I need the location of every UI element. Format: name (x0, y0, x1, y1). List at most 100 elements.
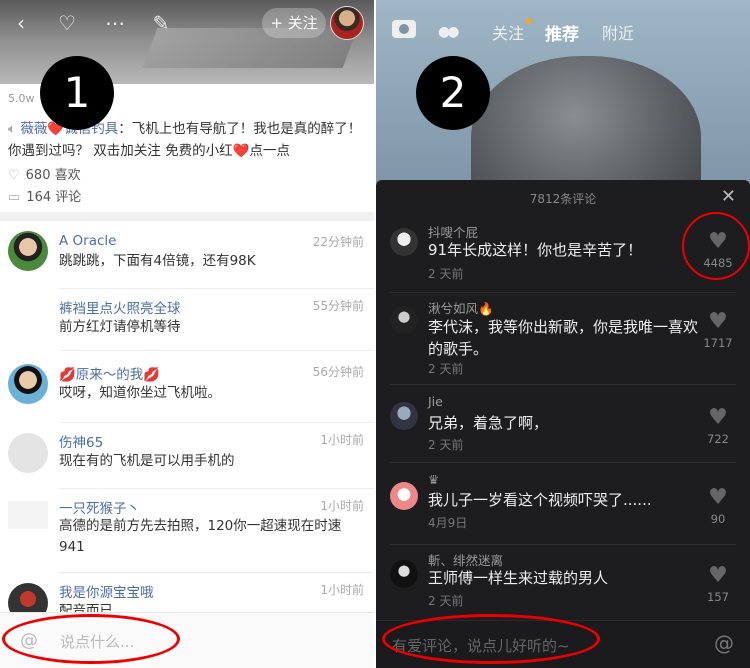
comment-time: 1小时前 (320, 433, 364, 447)
comments-row[interactable]: ▭ 164 评论 (8, 186, 81, 205)
avatar[interactable] (390, 560, 418, 588)
comment-time: 4月9日 (428, 516, 468, 530)
tab-following[interactable]: 关注 (492, 20, 524, 44)
comment-item[interactable]: Jie 兄弟，着急了啊， 2 天前 ♥ 722 (376, 392, 750, 464)
dots-icon[interactable]: ●● (438, 24, 460, 40)
description-tail: 点一点 (249, 143, 290, 159)
avatar[interactable] (390, 306, 418, 334)
comment-time: 2 天前 (428, 594, 464, 608)
commenter-name[interactable]: 一只死猴子丶 (59, 497, 140, 517)
annotation-circle (682, 212, 750, 280)
comment-text: 现在有的飞机是可以用手机的 (59, 453, 235, 469)
like-count: 90 (710, 512, 726, 526)
left-screenshot: ‹ ♡ ⋯ ✎ + 关注 5.0w 1 🔈︎ 薇薇❤️诚信钓具：飞机上也有导航了… (0, 0, 374, 668)
comment-text: 王师傅一样生来过载的男人 (428, 569, 609, 587)
comment-text: 李代沫，我等你出新歌，你是我唯一喜欢的歌手。 (428, 318, 699, 358)
avatar[interactable] (8, 231, 48, 271)
annotation-circle (2, 614, 180, 664)
comment-text: 我儿子一岁看这个视频吓哭了...... (428, 491, 652, 509)
comment-icon: ▭ (8, 190, 21, 205)
comment-time: 1小时前 (320, 583, 364, 597)
commenter-name[interactable]: 我是你源宝宝哦 (59, 581, 154, 601)
comment-time: 56分钟前 (312, 365, 364, 379)
commenter-name[interactable]: ♛ (428, 472, 439, 487)
step-badge-1: 1 (40, 56, 114, 130)
avatar[interactable] (390, 228, 418, 256)
avatar[interactable] (8, 501, 48, 529)
comment-count-title: 7812条评论 (529, 192, 597, 206)
like-button[interactable]: ♥ 1717 (698, 309, 738, 351)
comment-item[interactable]: 我是你源宝宝哦 1小时前 配音而已 (0, 573, 374, 623)
heart-outline-icon[interactable]: ♡ (54, 10, 80, 36)
like-count: 1717 (703, 336, 733, 350)
section-divider (0, 212, 374, 221)
commenter-name[interactable]: 湫兮如风🔥 (428, 298, 494, 317)
avatar[interactable] (390, 402, 418, 430)
comment-text: 91年长成这样！你也是辛苦了！ (428, 241, 643, 259)
comment-item[interactable]: 湫兮如风🔥 李代沫，我等你出新歌，你是我唯一喜欢的歌手。 2 天前 ♥ 1717 (376, 294, 750, 385)
heart-icon: ♥ (708, 309, 728, 334)
commenter-name[interactable]: A Oracle (59, 233, 116, 249)
tab-nearby[interactable]: 附近 (602, 20, 634, 44)
comment-text: 跳跳跳，下面有4倍镜，还有98K (59, 253, 256, 269)
author-avatar[interactable] (330, 6, 364, 40)
comment-separator (390, 384, 736, 385)
comment-separator (390, 292, 736, 293)
edit-icon[interactable]: ✎ (148, 10, 174, 36)
right-screenshot: ●● 关注 推荐 附近 2 7812条评论 ✕ 抖嗖个屁 91年长成这样！你也是… (376, 0, 750, 668)
commenter-name-text: 湫兮如风 (428, 301, 479, 316)
comment-time: 2 天前 (428, 267, 464, 281)
commenter-name[interactable]: 伤神65 (59, 431, 103, 451)
heart-icon: ♥ (708, 563, 728, 588)
comment-item[interactable]: ♛ 我儿子一岁看这个视频吓哭了...... 4月9日 ♥ 90 (376, 472, 750, 548)
likes-row[interactable]: ♡ 680 喜欢 (8, 164, 81, 183)
comment-item[interactable]: 一只死猴子丶 1小时前 高德的是前方先去拍照，120你一超速现在时速941 (0, 489, 374, 573)
annotation-circle (382, 614, 600, 664)
avatar[interactable] (390, 482, 418, 510)
comment-item[interactable]: 伤神65 1小时前 现在有的飞机是可以用手机的 (0, 423, 374, 489)
comment-time: 55分钟前 (312, 299, 364, 313)
comments-count: 164 评论 (26, 190, 82, 205)
commenter-name[interactable]: Jie (428, 394, 443, 409)
heart-icon: ♥ (708, 485, 728, 510)
comment-time: 1小时前 (320, 499, 364, 513)
comment-separator (390, 462, 736, 463)
top-nav: ●● 关注 推荐 附近 (376, 0, 750, 62)
commenter-name[interactable]: 裤裆里点火照亮全球 (59, 297, 181, 317)
notification-dot (526, 18, 532, 24)
tab-recommend[interactable]: 推荐 (545, 20, 579, 45)
back-icon[interactable]: ‹ (8, 10, 34, 36)
like-count: 722 (707, 432, 729, 446)
like-button[interactable]: ♥ 157 (698, 563, 738, 605)
camera-icon[interactable] (392, 20, 416, 38)
step-badge-2: 2 (416, 56, 490, 130)
comment-item[interactable]: 💋原来～的我💋 56分钟前 哎呀，知道你坐过飞机啦。 (0, 351, 374, 423)
default-avatar-icon[interactable] (8, 433, 48, 473)
follow-button[interactable]: + 关注 (262, 8, 326, 38)
red-heart-emoji: ❤️ (232, 143, 250, 159)
comment-item[interactable]: 裤裆里点火照亮全球 55分钟前 前方红灯请停机等待 (0, 289, 374, 351)
more-icon[interactable]: ⋯ (102, 10, 128, 36)
close-icon[interactable]: ✕ (721, 186, 736, 207)
speaker-icon: 🔈︎ (8, 121, 21, 137)
comment-item[interactable]: 斬、绯然迷离 王师傅一样生来过载的男人 2 天前 ♥ 157 (376, 552, 750, 628)
commenter-name[interactable]: 💋原来～的我💋 (59, 363, 160, 383)
comment-separator (390, 544, 736, 545)
like-button[interactable]: ♥ 722 (698, 405, 738, 447)
comment-text: 高德的是前方先去拍照，120你一超速现在时速941 (59, 518, 342, 555)
heart-icon: ♥ (708, 405, 728, 430)
likes-count: 680 喜欢 (25, 168, 81, 183)
comment-time: 22分钟前 (312, 235, 364, 249)
comment-time: 2 天前 (428, 438, 464, 452)
comment-text: 兄弟，着急了啊， (428, 414, 549, 432)
heart-icon: ♡ (8, 168, 20, 183)
fire-icon: 🔥 (478, 301, 494, 316)
comment-text: 前方红灯请停机等待 (59, 319, 181, 335)
like-button[interactable]: ♥ 90 (698, 485, 738, 527)
comment-text: 哎呀，知道你坐过飞机啦。 (59, 385, 221, 401)
comment-time: 2 天前 (428, 362, 464, 376)
avatar[interactable] (8, 364, 48, 404)
comment-item[interactable]: A Oracle 22分钟前 跳跳跳，下面有4倍镜，还有98K (0, 221, 374, 289)
like-count: 157 (707, 590, 729, 604)
mention-icon[interactable]: @ (714, 631, 734, 655)
